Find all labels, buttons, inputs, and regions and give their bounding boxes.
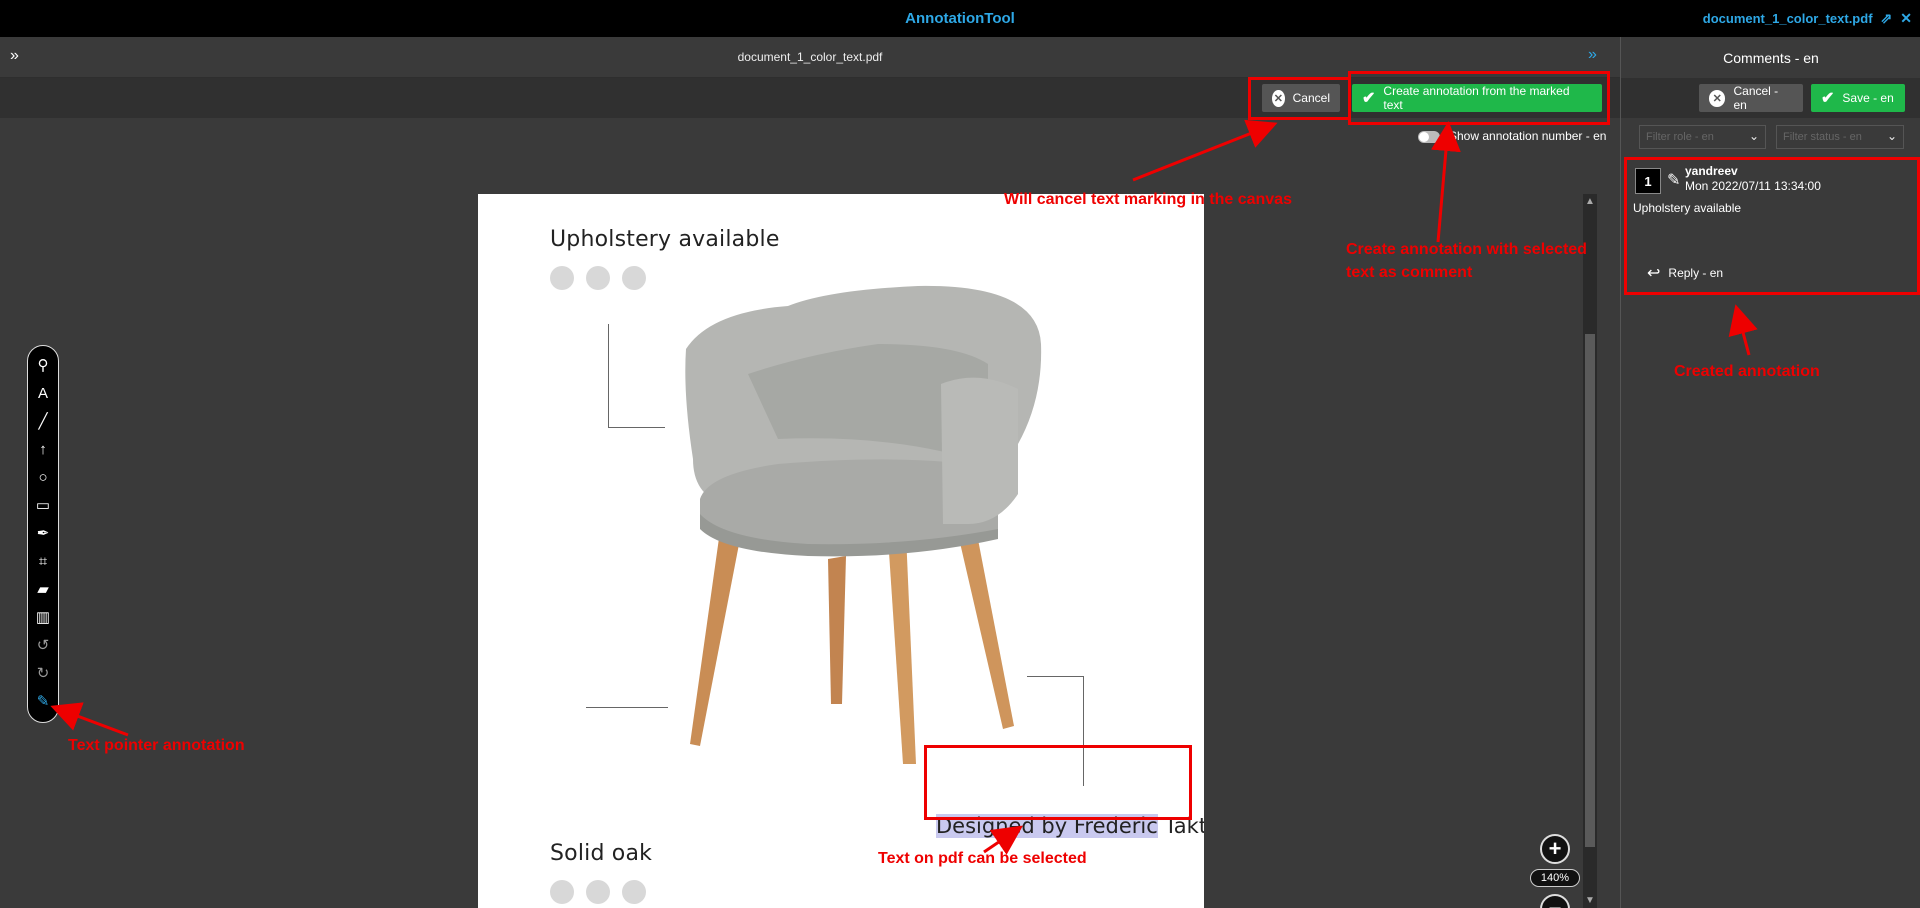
zoom-out-button[interactable]: − <box>1540 894 1570 908</box>
callout-created-note: Created annotation <box>1674 363 1820 380</box>
callout-text-pointer-note: Text pointer annotation <box>68 737 245 754</box>
app-root: AnnotationTool document_1_color_text.pdf… <box>0 0 1920 908</box>
ruler-icon[interactable]: ▰ <box>28 578 58 600</box>
show-number-toggle[interactable] <box>1418 131 1440 143</box>
callout-box-selected-text <box>924 745 1192 820</box>
chevron-down-icon: ⌄ <box>1748 129 1759 143</box>
callout-create-note-2: text as comment <box>1346 264 1473 281</box>
pin-icon[interactable]: ⚲ <box>28 354 58 376</box>
cancel-comment-button[interactable]: ✕ Cancel - en <box>1699 84 1803 112</box>
circle-icon[interactable]: ○ <box>28 466 58 488</box>
tool-palette: ⚲ A ╱ ↑ ○ ▭ ✒ ⌗ ▰ ▥ ↺ ↻ ✎ <box>27 345 59 723</box>
cancel-comment-label: Cancel - en <box>1733 84 1779 112</box>
line-icon[interactable]: ╱ <box>28 410 58 432</box>
pen-icon[interactable]: ✒ <box>28 522 58 544</box>
color-swatch <box>586 880 610 904</box>
document-viewer: » document_1_color_text.pdf » ✕ Cancel ✔… <box>0 37 1620 908</box>
callout-selectable-note: Text on pdf can be selected <box>878 850 1087 867</box>
filter-role-select[interactable]: Filter role - en ⌄ <box>1639 125 1766 149</box>
zoom-level: 140% <box>1530 869 1580 887</box>
save-comment-button[interactable]: ✔ Save - en <box>1811 84 1905 112</box>
polygon-icon[interactable]: ⌗ <box>28 550 58 572</box>
color-swatch <box>622 880 646 904</box>
comments-toolbar: ✕ Cancel - en ✔ Save - en <box>1621 78 1920 118</box>
filter-role-value: Filter role - en <box>1646 131 1714 143</box>
external-link-icon[interactable]: ⇗ <box>1881 10 1893 27</box>
expand-right-icon[interactable]: » <box>1588 46 1597 64</box>
app-title: AnnotationTool <box>905 10 1015 27</box>
callout-box-create <box>1348 71 1610 125</box>
scroll-thumb[interactable] <box>1585 334 1595 847</box>
zoom-in-button[interactable]: + <box>1540 834 1570 864</box>
save-comment-label: Save - en <box>1842 91 1894 105</box>
document-title: document_1_color_text.pdf <box>737 50 883 64</box>
arrow-icon[interactable]: ↑ <box>28 438 58 460</box>
vertical-scrollbar[interactable]: ▲ ▼ <box>1583 194 1597 908</box>
scroll-up-icon[interactable]: ▲ <box>1585 196 1595 207</box>
top-right-actions: document_1_color_text.pdf ⇗ ✕ <box>1703 10 1912 27</box>
show-number-label: Show annotation number - en <box>1449 129 1607 143</box>
chevron-down-icon: ⌄ <box>1886 129 1897 143</box>
pdf-heading-solid-oak[interactable]: Solid oak <box>550 841 652 866</box>
callout-create-note-1: Create annotation with selected <box>1346 241 1587 258</box>
callout-cancel-note: Will cancel text marking in the canvas <box>1004 191 1292 208</box>
text-icon[interactable]: A <box>28 382 58 404</box>
top-bar: AnnotationTool document_1_color_text.pdf… <box>0 0 1920 37</box>
cancel-circle-icon: ✕ <box>1709 89 1726 107</box>
color-swatch <box>550 880 574 904</box>
library-icon[interactable]: ▥ <box>28 606 58 628</box>
comments-title: Comments - en <box>1723 50 1819 66</box>
scroll-down-icon[interactable]: ▼ <box>1585 895 1595 906</box>
filter-status-select[interactable]: Filter status - en ⌄ <box>1776 125 1904 149</box>
callout-box-cancel <box>1248 77 1351 120</box>
filter-status-value: Filter status - en <box>1783 131 1862 143</box>
rectangle-icon[interactable]: ▭ <box>28 494 58 516</box>
text-pointer-icon[interactable]: ✎ <box>28 690 58 712</box>
close-icon[interactable]: ✕ <box>1900 10 1912 27</box>
redo-icon[interactable]: ↻ <box>28 662 58 684</box>
check-icon: ✔ <box>1821 90 1835 107</box>
callout-box-comment <box>1624 157 1920 295</box>
top-document-name[interactable]: document_1_color_text.pdf <box>1703 11 1873 26</box>
undo-icon[interactable]: ↺ <box>28 634 58 656</box>
